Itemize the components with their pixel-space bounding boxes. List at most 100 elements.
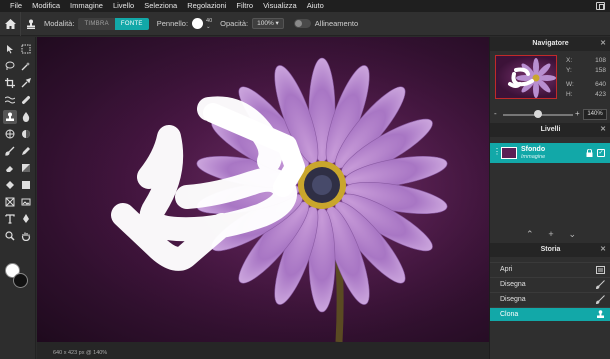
pen-tool-icon[interactable] [19,212,33,226]
mode-label: Modalità: [44,19,75,28]
mode-toggle: TIMBRA FONTE [78,17,149,30]
image-tool-icon[interactable] [19,195,33,209]
drop-tool-icon[interactable] [19,110,33,124]
menu-filtro[interactable]: Filtro [231,0,258,12]
brush-tool-icon[interactable] [3,144,17,158]
zoom-controls: - + 140% [494,109,607,120]
history-item-clona[interactable]: Clona [490,307,610,321]
menu-seleziona[interactable]: Seleziona [139,0,182,12]
eyedropper-tool-icon[interactable] [19,76,33,90]
shape-tool-icon[interactable] [3,195,17,209]
magic-wand-tool-icon[interactable] [19,59,33,73]
menu-regolazioni[interactable]: Regolazioni [182,0,231,12]
move-tool-icon[interactable] [3,42,17,56]
menu-bar: File Modifica Immagine Livello Seleziona… [0,0,610,12]
window-restore-icon[interactable] [596,2,605,10]
layers-title: Livelli [540,126,561,133]
clone-stamp-tool-icon[interactable] [3,110,17,124]
healing-tool-icon[interactable] [19,93,33,107]
navigator-thumbnail[interactable] [495,55,557,99]
brush-size-value: 40 ⌄ [206,17,213,30]
marquee-tool-icon[interactable] [19,42,33,56]
document-info: 640 x 423 px @ 140% [53,350,108,356]
text-tool-icon[interactable] [3,212,17,226]
eraser-tool-icon[interactable] [3,161,17,175]
history-title: Storia [540,246,561,253]
menu-visualizza[interactable]: Visualizza [258,0,302,12]
background-color-swatch[interactable] [13,273,28,288]
navigator-title: Navigatore [532,40,569,47]
sponge-tool-icon[interactable] [3,127,17,141]
lock-icon[interactable] [586,149,593,157]
rectangle-shape-tool-icon[interactable] [19,178,33,192]
history-item-label: Apri [500,266,513,273]
paint-bucket-tool-icon[interactable] [3,178,17,192]
dodge-tool-icon[interactable] [19,127,33,141]
y-label: Y: [566,67,572,74]
layers-header: Livelli ✕ [490,123,610,137]
layer-name: Sfondo [521,146,546,153]
right-panel: Navigatore ✕ X: 108 Y: 158 W: 640 H: 423 - [489,37,610,359]
history-item-label: Disegna [500,281,526,288]
history-item-apri[interactable]: Apri [490,262,610,276]
opacity-label: Opacità: [220,19,249,28]
menu-livello[interactable]: Livello [108,0,139,12]
tools-panel [0,37,36,359]
menu-file[interactable]: File [0,0,27,12]
navigator-info: X: 108 Y: 158 W: 640 H: 423 [566,57,606,101]
zoom-input[interactable]: 140% [583,109,607,120]
close-icon[interactable]: ✕ [600,123,606,137]
layer-actions: ⌃ + ⌄ [526,229,576,240]
lasso-tool-icon[interactable] [3,59,17,73]
liquify-tool-icon[interactable] [3,93,17,107]
brush-label: Pennello: [156,19,189,28]
brush-icon [596,295,605,304]
options-bar: Modalità: TIMBRA FONTE Pennello: 40 ⌄ Opa… [0,11,610,36]
menu-modifica[interactable]: Modifica [27,0,65,12]
open-file-icon [596,266,605,274]
w-label: W: [566,81,574,88]
visibility-checkbox[interactable]: ✓ [597,149,605,157]
flower-photo [37,37,489,342]
clone-stamp-icon [20,11,40,36]
drag-handle-icon[interactable]: ⋮ [493,147,501,156]
close-icon[interactable]: ✕ [600,243,606,257]
home-icon[interactable] [0,12,20,36]
chevron-up-icon[interactable]: ⌃ [526,229,534,240]
history-header: Storia ✕ [490,243,610,257]
menu-immagine[interactable]: Immagine [65,0,108,12]
layer-item[interactable]: ⋮ Sfondo Immagine ✓ [490,143,610,163]
pencil-tool-icon[interactable] [19,144,33,158]
add-layer-icon[interactable]: + [548,229,553,240]
layer-type: Immagine [521,154,546,160]
h-value: 423 [595,91,606,98]
hand-tool-icon[interactable] [19,229,33,243]
brush-icon [596,280,605,289]
mode-timbra-button[interactable]: TIMBRA [78,17,115,30]
y-value: 158 [595,67,606,74]
zoom-out-button[interactable]: - [494,109,497,118]
opacity-select[interactable]: 100% ▾ [252,18,284,29]
crop-tool-icon[interactable] [3,76,17,90]
navigator-header: Navigatore ✕ [490,37,610,51]
zoom-slider-handle[interactable] [534,110,542,118]
brush-preview-button[interactable] [192,18,204,29]
zoom-in-button[interactable]: + [575,109,580,118]
menu-aiuto[interactable]: Aiuto [302,0,329,12]
history-item-label: Clona [500,311,519,318]
mode-fonte-button[interactable]: FONTE [114,17,149,30]
history-item-label: Disegna [500,296,526,303]
x-value: 108 [595,57,606,64]
w-value: 640 [595,81,606,88]
gradient-tool-icon[interactable] [19,161,33,175]
clone-stamp-icon [597,310,604,318]
layer-thumbnail [501,147,517,159]
history-item-disegna[interactable]: Disegna [490,277,610,291]
align-label: Allineamento [314,19,359,28]
zoom-tool-icon[interactable] [3,229,17,243]
history-item-disegna[interactable]: Disegna [490,292,610,306]
align-toggle[interactable] [293,19,311,28]
close-icon[interactable]: ✕ [600,37,606,51]
chevron-down-icon[interactable]: ⌄ [568,229,576,240]
image-canvas[interactable] [37,37,489,342]
